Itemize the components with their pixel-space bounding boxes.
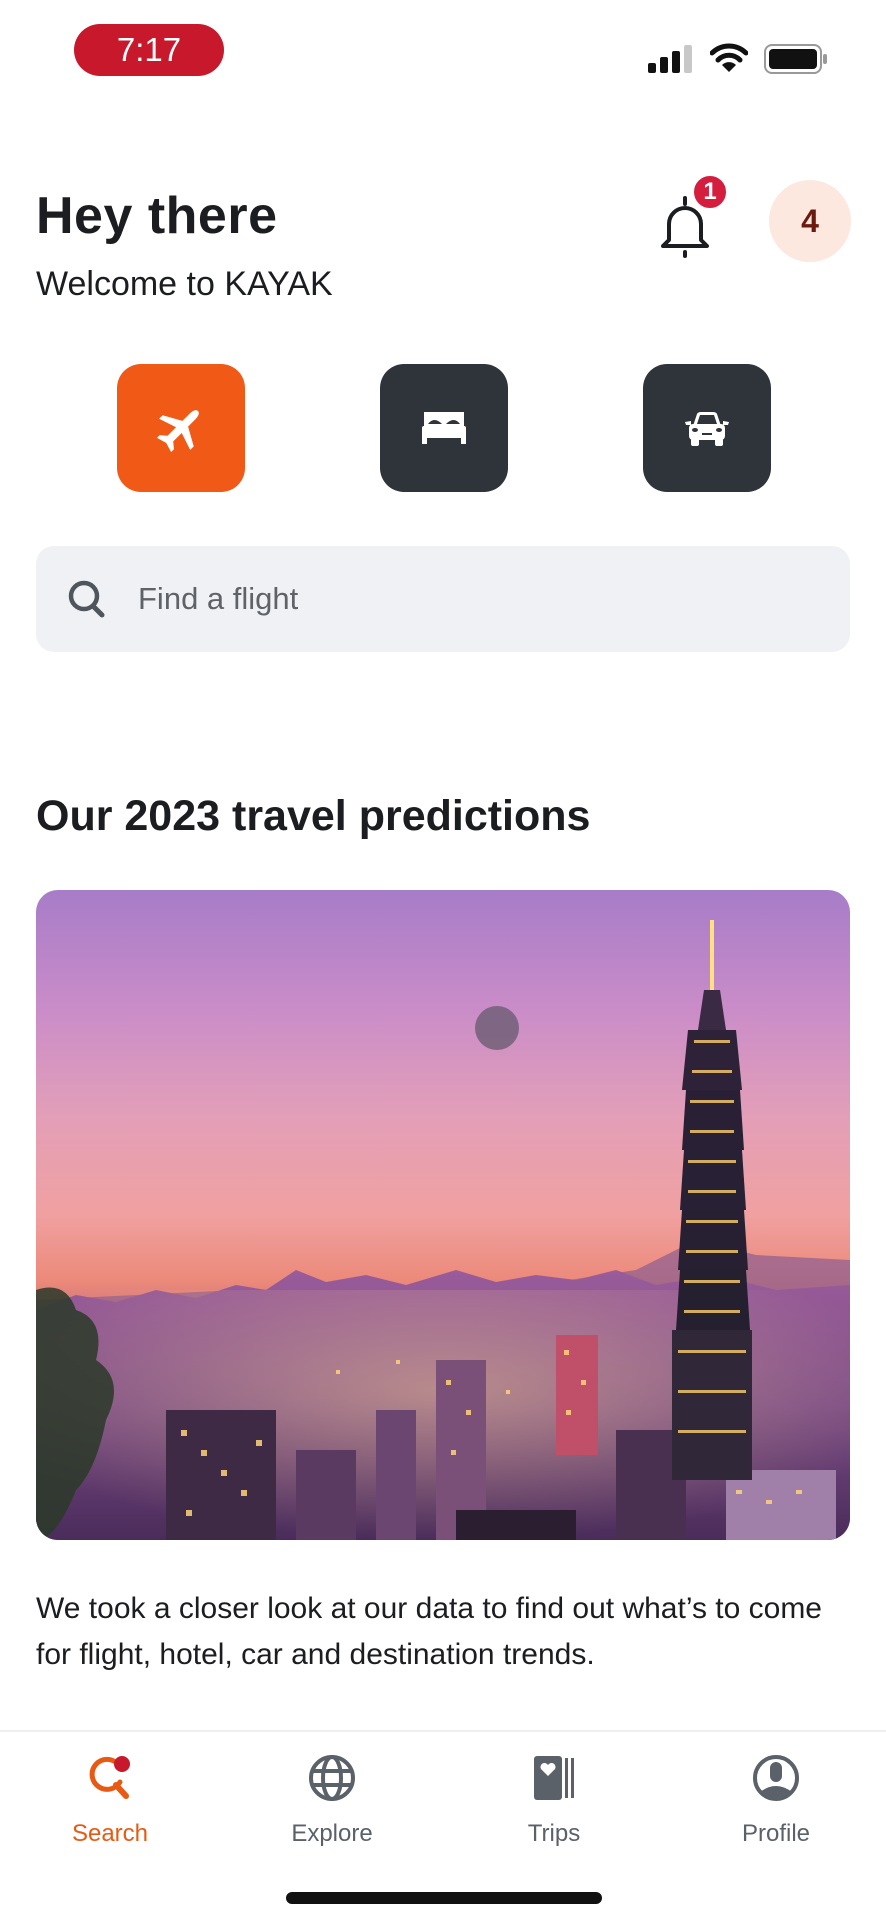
tab-trips[interactable]: Trips — [474, 1752, 634, 1862]
home-indicator[interactable] — [286, 1892, 602, 1904]
section-title: Our 2023 travel predictions — [36, 792, 591, 840]
wifi-icon — [710, 43, 748, 72]
globe-icon — [309, 1755, 355, 1801]
touch-indicator — [475, 1006, 519, 1050]
feature-description: We took a closer look at our data to fin… — [36, 1592, 822, 1671]
flights-button[interactable] — [117, 364, 245, 492]
tab-profile-label: Profile — [741, 1820, 811, 1847]
battery-icon — [764, 44, 827, 74]
city-skyline-image — [36, 920, 850, 1540]
tab-profile[interactable]: Profile — [696, 1752, 856, 1862]
tab-trips-label: Trips — [527, 1820, 581, 1847]
bed-icon — [422, 412, 466, 444]
trips-icon — [534, 1756, 574, 1800]
status-time: 7:17 — [74, 24, 224, 76]
search-input[interactable] — [138, 581, 788, 617]
search-icon — [68, 580, 105, 618]
tab-explore[interactable]: Explore — [252, 1752, 412, 1862]
car-icon — [685, 412, 729, 446]
search-tab-icon — [89, 1756, 130, 1799]
greeting-subtitle: Welcome to KAYAK — [36, 265, 333, 303]
status-bar: 7:17 — [0, 0, 886, 110]
tab-search[interactable]: Search — [30, 1752, 190, 1862]
cellular-signal-icon — [648, 45, 692, 73]
airplane-icon — [156, 410, 199, 453]
search-field[interactable] — [36, 546, 850, 652]
tab-search-label: Search — [71, 1820, 149, 1847]
hotels-button[interactable] — [380, 364, 508, 492]
greeting-title: Hey there — [36, 187, 278, 245]
profile-icon — [753, 1755, 799, 1801]
cars-button[interactable] — [643, 364, 771, 492]
notification-badge: 1 — [692, 174, 728, 210]
travel-predictions-card[interactable] — [36, 890, 850, 1540]
tab-explore-label: Explore — [291, 1820, 373, 1847]
avatar[interactable]: 4 — [769, 180, 851, 262]
